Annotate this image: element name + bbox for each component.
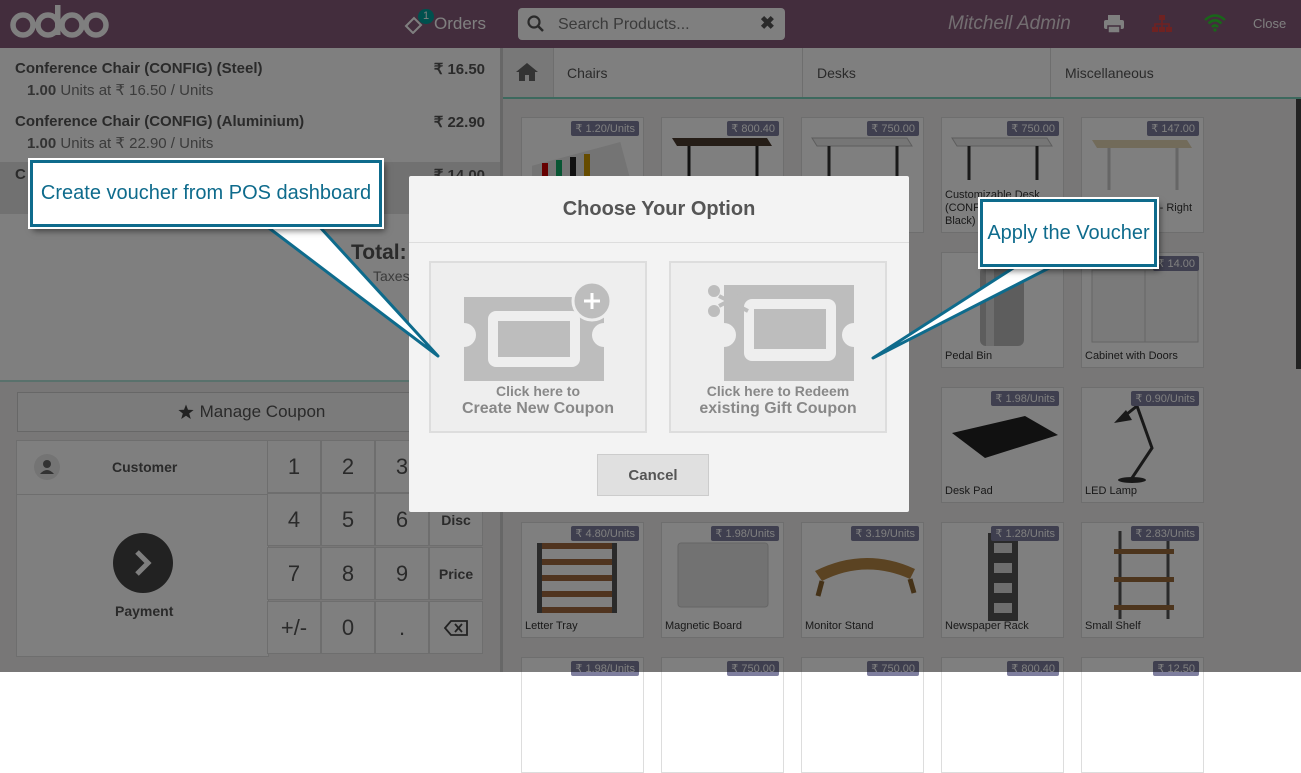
callout-create-voucher: Create voucher from POS dashboard — [30, 160, 382, 227]
product-card[interactable]: ₹ 800.40 — [941, 657, 1064, 773]
product-card[interactable]: ₹ 750.00 — [801, 657, 924, 773]
product-card[interactable]: ₹ 750.00 — [661, 657, 784, 773]
product-card[interactable]: ₹ 12.50 — [1081, 657, 1204, 773]
callout-tails — [263, 223, 1057, 360]
callout-apply-voucher: Apply the Voucher — [980, 199, 1157, 267]
product-card[interactable]: ₹ 1.98/Units — [521, 657, 644, 773]
